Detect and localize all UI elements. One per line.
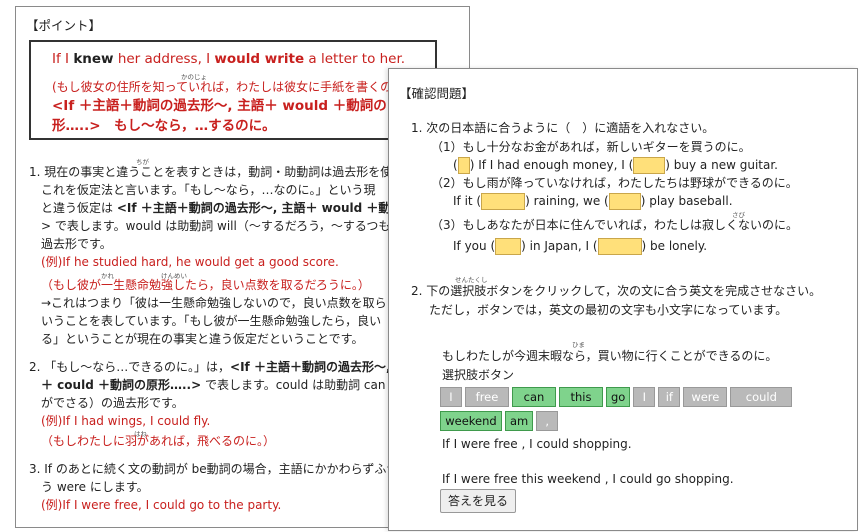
s1-example-ja: （もし彼が一生懸命勉強したら，良い点数を取るだろうに。） [41,278,370,292]
choice-button[interactable]: can [512,387,556,407]
s3-line1: 3. If のあとに続く文の動詞が be動詞の場合，主語にかかわらずふつ [29,462,399,476]
s1-line3-rule: <If ＋主語＋動詞の過去形～, 主語＋ would ＋動詞 [116,201,403,215]
point-header: 【ポイント】 [26,18,102,33]
ruby-sentakushi: せんたくし [455,276,488,284]
q1-p3-ja: （3）もしあなたが日本に住んでいれば，わたしは寂しくないのに。 [431,218,799,232]
choices-label: 選択肢ボタン [442,368,515,382]
point-rule-line2: 形…..> もし～なら，…するのに。 [52,118,276,134]
s3-line2: う were にします。 [41,480,149,494]
q1-p1-en: () If I had enough money, I () buy a new… [453,157,778,174]
q1-p3-en-c: ) be lonely. [641,239,708,253]
s2-line2: ＋ could ＋動詞の原形…..> で表します。could は助動詞 can（… [41,378,421,392]
choice-button[interactable]: could [730,387,793,407]
choice-button[interactable]: , [536,411,559,431]
paren-close: ) [469,158,475,172]
q1-p2-en: If it ( ) raining, we ( ) play baseball. [453,193,733,210]
point-box: If I knew her address, I would write a l… [29,40,437,140]
exercise-header: 【確認問題】 [399,86,475,101]
s2-example-en: (例)If I had wings, I could fly. [41,414,211,428]
point-en-part3: her address, I [113,51,215,67]
choice-button[interactable]: were [683,387,728,407]
blank-1-2[interactable] [633,157,666,174]
s1-line8: る」ということが現在の事実と違う仮定だということです。 [41,332,364,346]
choice-button[interactable]: if [658,387,681,407]
s1-line3: と違う仮定は <If ＋主語＋動詞の過去形～, 主語＋ would ＋動詞 [41,201,402,215]
choice-button[interactable]: this [559,387,603,407]
point-example-ja: (もし彼女の住所を知っていれば，わたしは彼女に手紙を書くのに [52,80,405,94]
s1-line4: > で表します。would は助動詞 will（～するだろう，～するつも [41,219,391,233]
s3-example-en: (例)If I were free, I could go to the par… [41,498,282,512]
s1-line5: 過去形です。 [41,237,112,251]
s2-line1-text: 2. 「もし～なら…できるのに。」は， [29,360,231,374]
blank-2-2[interactable] [608,193,641,210]
q1-p3-en: If you ( ) in Japan, I ( ) be lonely. [453,238,707,255]
answer-line-1: If I were free , I could shopping. [442,437,632,451]
choice-buttons-row2: weekend am, [440,411,559,431]
blank-3-1[interactable] [495,238,522,255]
q2-line2: ただし，ボタンでは，英文の最初の文字も小文字になっています。 [429,303,788,317]
exercise-page-right: 【確認問題】 1. 次の日本語に合うように（ ）に適語を入れなさい。 （1）もし… [388,68,858,531]
answer-line-2: If I were free this weekend , I could go… [442,472,734,486]
s2-example-ja: （もしわたしに羽があれば，飛べるのに。） [41,434,276,448]
blank-2-1[interactable] [481,193,526,210]
choice-button[interactable]: I [633,387,656,407]
choice-button[interactable]: am [505,411,534,431]
point-example-en: If I knew her address, I would write a l… [52,52,405,66]
s2-line3: がでさる）の過去形です。 [41,396,184,410]
choice-buttons-row1: Ifree can this go Iif were could [440,387,793,407]
q1-intro: 1. 次の日本語に合うように（ ）に適語を入れなさい。 [411,121,715,135]
q2-line1: 2. 下の選択肢ボタンをクリックして，次の文に合う英文を完成させなさい。 [411,284,822,298]
point-rule-line1: <If ＋主語＋動詞の過去形～, 主語＋ would ＋動詞の [52,98,387,114]
blank-3-2[interactable] [597,238,642,255]
q1-p1-ja: （1）もし十分なお金があれば，新しいギターを買うのに。 [431,140,751,154]
q1-p2-ja: （2）もし雨が降っていなければ，わたしたちは野球ができるのに。 [431,176,798,190]
q1-p2-en-c: ) play baseball. [640,194,733,208]
q1-p3-en-a: If you ( [453,239,496,253]
q1-p1-en-a: If I had enough money, I ( [478,158,634,172]
choice-button[interactable]: weekend [440,411,502,431]
point-en-would-write: would write [214,51,305,67]
point-en-part1: If I [52,51,74,67]
show-answer-button[interactable]: 答えを見る [440,489,516,513]
s1-line6: →これはつまり「彼は一生懸命勉強しないので，良い点数を取ら [41,296,387,310]
q1-p2-en-a: If it ( [453,194,482,208]
s2-line1: 2. 「もし～なら…できるのに。」は，<If ＋主語＋動詞の過去形～, [29,360,391,374]
point-en-part5: a letter to her. [304,51,406,67]
q1-p1-en-b: ) buy a new guitar. [665,158,778,172]
s1-example-en: (例)If he studied hard, he would get a go… [41,255,339,269]
point-en-knew: knew [73,51,114,67]
choice-button[interactable]: go [606,387,631,407]
q1-p3-en-b: ) in Japan, I ( [521,239,598,253]
s1-line7: いうことを表しています。「もし彼が一生懸命勉強したら，良い [41,314,382,328]
s2-line1-rule: <If ＋主語＋動詞の過去形～, [230,360,391,374]
blank-1-1[interactable] [457,157,470,174]
s1-line1: 1. 現在の事実と違うことを表すときは，動詞・助動詞は過去形を使 [29,165,393,179]
q2-prompt: もしわたしが今週末暇なら，買い物に行くことができるのに。 [442,349,778,363]
q1-p2-en-b: ) raining, we ( [525,194,609,208]
s2-line2-rule: ＋ could ＋動詞の原形…..> [41,378,202,392]
choice-button[interactable]: I [440,387,462,407]
choice-button[interactable]: free [465,387,509,407]
s1-line2: これを仮定法と言います。「もし～なら，…なのに。」という現 [41,183,376,197]
s1-line3-text: と違う仮定は [41,201,117,215]
ruby-hima: ひま [572,341,585,349]
